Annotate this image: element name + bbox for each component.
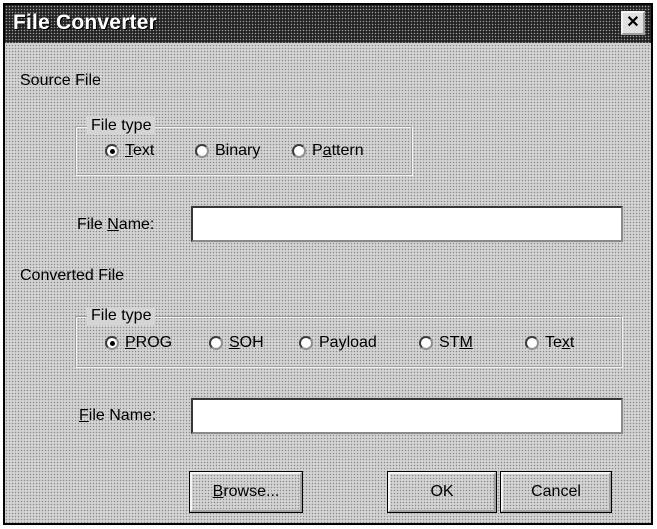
radio-unselected-icon <box>209 336 223 350</box>
radio-label: STM <box>439 334 473 351</box>
browse-button[interactable]: Browse... <box>189 471 303 513</box>
source-filetype-legend: File type <box>87 117 156 135</box>
radio-selected-icon <box>105 336 119 350</box>
source-radio-binary[interactable]: Binary <box>195 142 260 160</box>
converted-filename-input[interactable] <box>191 398 623 434</box>
converted-filename-label: File Name: <box>79 407 157 424</box>
source-filetype-group: File type Text Binary Pattern <box>75 117 413 176</box>
radio-label: Pattern <box>312 142 364 159</box>
browse-button-label: Browse... <box>212 483 280 500</box>
radio-label: Text <box>545 334 575 351</box>
close-icon: ✕ <box>626 14 640 31</box>
radio-label: PROG <box>125 334 173 351</box>
radio-unselected-icon <box>419 336 433 350</box>
radio-selected-icon <box>105 144 119 158</box>
source-radio-text[interactable]: Text <box>105 142 154 160</box>
ok-button[interactable]: OK <box>387 471 497 513</box>
converted-filetype-legend: File type <box>87 307 156 325</box>
converted-file-label: Converted File <box>20 267 125 284</box>
source-radio-pattern[interactable]: Pattern <box>292 142 364 160</box>
window-title: File Converter <box>13 11 158 34</box>
radio-unselected-icon <box>195 144 209 158</box>
radio-label: SOH <box>229 334 264 351</box>
file-converter-dialog: File Converter ✕ Source File File type T… <box>3 3 653 525</box>
converted-radio-stm[interactable]: STM <box>419 334 473 352</box>
converted-radio-text[interactable]: Text <box>525 334 574 352</box>
radio-label: Text <box>125 142 155 159</box>
cancel-button[interactable]: Cancel <box>500 471 612 513</box>
radio-label: Payload <box>319 334 377 351</box>
source-filename-label: File Name: <box>77 216 155 233</box>
converted-filetype-group: File type PROG SOH Payload STM Text <box>75 307 623 368</box>
converted-radio-prog[interactable]: PROG <box>105 334 172 352</box>
radio-unselected-icon <box>525 336 539 350</box>
radio-unselected-icon <box>299 336 313 350</box>
source-file-label: Source File <box>20 72 101 89</box>
title-bar[interactable]: File Converter ✕ <box>5 5 651 43</box>
converted-radio-payload[interactable]: Payload <box>299 334 377 352</box>
converted-radio-soh[interactable]: SOH <box>209 334 264 352</box>
close-button[interactable]: ✕ <box>621 11 645 35</box>
radio-label: Binary <box>215 142 261 159</box>
source-filename-input[interactable] <box>191 206 623 242</box>
radio-unselected-icon <box>292 144 306 158</box>
